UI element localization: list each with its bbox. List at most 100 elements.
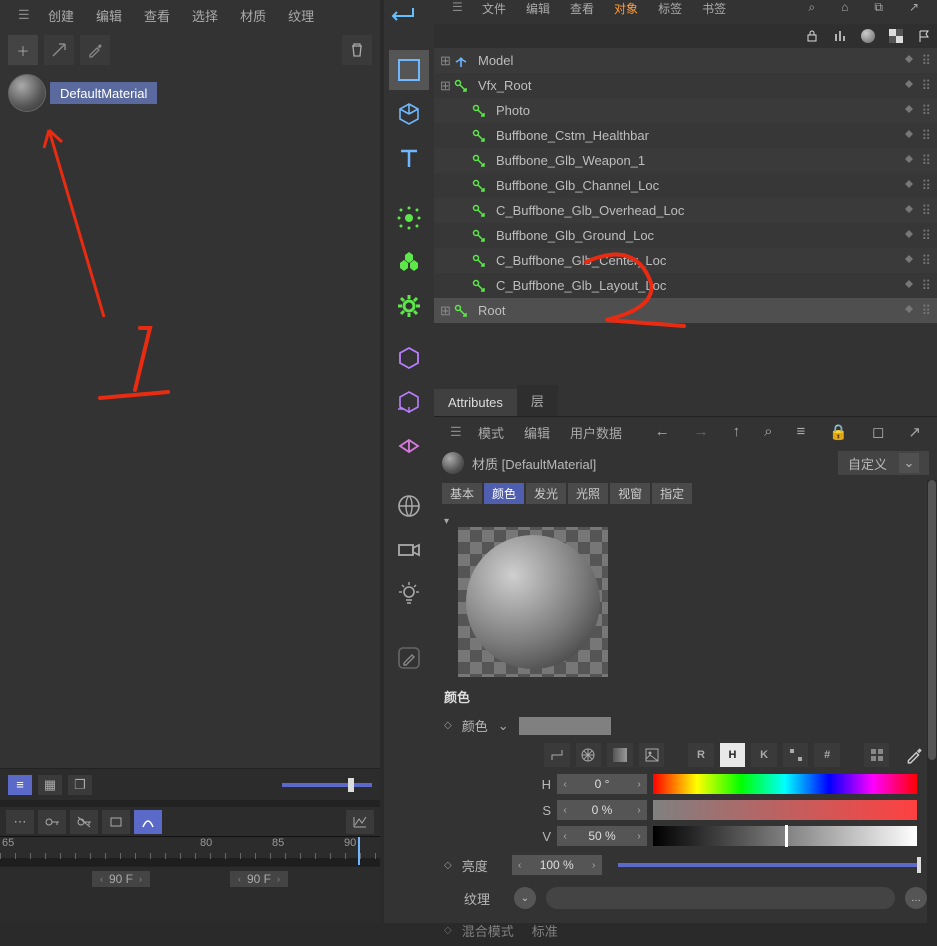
light-mode-icon[interactable] — [389, 574, 429, 614]
mode-r-button[interactable]: R — [688, 743, 714, 767]
menu-view[interactable]: 查看 — [562, 0, 602, 17]
eyedropper-icon[interactable] — [80, 35, 110, 65]
dots-icon[interactable]: ⠿ — [921, 153, 931, 169]
volume-mode-icon[interactable] — [389, 338, 429, 378]
menu-create[interactable]: 创建 — [38, 6, 84, 25]
return-icon[interactable] — [391, 6, 427, 26]
frame-input-1[interactable]: ‹90 F› — [92, 871, 150, 887]
object-row[interactable]: ⊞Model⠿ — [434, 48, 937, 73]
h-gradient[interactable] — [653, 774, 917, 794]
menu-select[interactable]: 选择 — [182, 6, 228, 25]
visibility-icon[interactable] — [903, 278, 915, 294]
subtab-illumination[interactable]: 光照 — [568, 483, 608, 504]
hamburger-icon[interactable]: ☰ — [8, 7, 28, 23]
attributes-scrollbar[interactable] — [927, 480, 937, 923]
material-thumbnail[interactable] — [8, 74, 46, 112]
menu-edit[interactable]: 编辑 — [518, 0, 558, 17]
spectrum-icon[interactable] — [607, 743, 633, 767]
field-mode-icon[interactable] — [389, 198, 429, 238]
expand-icon[interactable]: ⊞ — [440, 78, 454, 94]
visibility-icon[interactable] — [903, 153, 915, 169]
timeline-ruler[interactable]: 65 80 85 90 — [0, 836, 380, 858]
subtab-basic[interactable]: 基本 — [442, 483, 482, 504]
shader-dropdown[interactable]: 自定义 ⌄ — [838, 451, 929, 475]
tab-layers[interactable]: 层 — [517, 385, 558, 416]
cube-mode-icon[interactable] — [389, 94, 429, 134]
popout-icon[interactable]: ⧉ — [866, 0, 891, 15]
object-row[interactable]: Buffbone_Glb_Weapon_1⠿ — [434, 148, 937, 173]
object-row[interactable]: ⊞Vfx_Root⠿ — [434, 73, 937, 98]
visibility-icon[interactable] — [903, 103, 915, 119]
axis-cube-icon[interactable] — [389, 382, 429, 422]
hamburger-icon[interactable]: ☰ — [444, 0, 462, 14]
brightness-spinner[interactable]: ‹100 %› — [512, 855, 602, 875]
chevron-down-icon[interactable]: ⌄ — [899, 453, 919, 473]
search-icon[interactable]: ⌕ — [756, 423, 780, 441]
menu-edit[interactable]: 编辑 — [86, 6, 132, 25]
expand-icon[interactable]: ⊞ — [440, 53, 454, 69]
forward-icon[interactable]: → — [686, 423, 717, 441]
chevron-down-icon[interactable]: ⌄ — [498, 718, 509, 734]
trash-icon[interactable] — [342, 35, 372, 65]
object-tree[interactable]: ⊞Model⠿⊞Vfx_Root⠿Photo⠿Buffbone_Cstm_Hea… — [434, 48, 937, 323]
camera-mode-icon[interactable] — [389, 530, 429, 570]
dots-icon[interactable]: ⠿ — [921, 103, 931, 119]
keyframe-diamond-icon[interactable]: ◇ — [444, 925, 452, 936]
share-icon[interactable] — [44, 35, 74, 65]
graph-icon[interactable] — [346, 810, 374, 834]
dots-icon[interactable]: ⠿ — [921, 278, 931, 294]
menu-objects[interactable]: 对象 — [606, 0, 646, 17]
key-icon[interactable] — [38, 810, 66, 834]
swatch-grid-icon[interactable] — [783, 743, 809, 767]
list-view-icon[interactable]: ≡ — [8, 775, 32, 795]
layers-view-icon[interactable]: ❐ — [68, 775, 92, 795]
wheel-icon[interactable] — [576, 743, 602, 767]
menu-file[interactable]: 文件 — [474, 0, 514, 17]
new-window-icon[interactable]: ◻ — [864, 423, 892, 441]
object-row[interactable]: C_Buffbone_Glb_Center_Loc⠿ — [434, 248, 937, 273]
filter-icon[interactable]: ≡ — [789, 423, 814, 441]
align-icon[interactable] — [831, 27, 849, 45]
menu-texture[interactable]: 纹理 — [278, 6, 324, 25]
lock-icon[interactable] — [803, 27, 821, 45]
key-remove-icon[interactable] — [70, 810, 98, 834]
object-row[interactable]: Photo⠿ — [434, 98, 937, 123]
tab-attributes[interactable]: Attributes — [434, 389, 517, 416]
dots-icon[interactable]: ⠿ — [921, 78, 931, 94]
swatches-icon[interactable] — [864, 743, 890, 767]
visibility-icon[interactable] — [903, 78, 915, 94]
object-row[interactable]: C_Buffbone_Glb_Layout_Loc⠿ — [434, 273, 937, 298]
v-spinner[interactable]: ‹50 %› — [557, 826, 647, 846]
object-row[interactable]: Buffbone_Cstm_Healthbar⠿ — [434, 123, 937, 148]
dots-icon[interactable]: ⠿ — [921, 53, 931, 69]
object-row[interactable]: C_Buffbone_Glb_Overhead_Loc⠿ — [434, 198, 937, 223]
home-icon[interactable]: ⌂ — [833, 0, 856, 15]
hamburger-icon[interactable]: ☰ — [442, 424, 460, 440]
color-swatch[interactable] — [519, 717, 611, 735]
image-icon[interactable] — [639, 743, 665, 767]
s-gradient[interactable] — [653, 800, 917, 820]
visibility-icon[interactable] — [903, 303, 915, 319]
menu-edit[interactable]: 编辑 — [516, 423, 558, 442]
playhead[interactable] — [358, 837, 360, 865]
texture-path-field[interactable] — [546, 887, 895, 909]
texture-browse-button[interactable]: … — [905, 887, 927, 909]
subtab-assign[interactable]: 指定 — [652, 483, 692, 504]
visibility-icon[interactable] — [903, 178, 915, 194]
globe-mode-icon[interactable] — [389, 486, 429, 526]
visibility-icon[interactable] — [903, 53, 915, 69]
menu-material[interactable]: 材质 — [230, 6, 276, 25]
text-mode-icon[interactable] — [389, 138, 429, 178]
brightness-slider[interactable] — [618, 863, 921, 867]
dots-icon[interactable]: ⠿ — [921, 128, 931, 144]
material-item[interactable]: DefaultMaterial — [0, 70, 380, 116]
dots-icon[interactable]: ⠿ — [921, 203, 931, 219]
checker-icon[interactable] — [887, 27, 905, 45]
pencil-mode-icon[interactable] — [389, 638, 429, 678]
material-name-label[interactable]: DefaultMaterial — [50, 82, 157, 104]
dots-icon[interactable]: ⋯ — [6, 810, 34, 834]
nexus-mode-icon[interactable] — [389, 426, 429, 466]
flag-icon[interactable] — [915, 27, 933, 45]
subtab-viewport[interactable]: 视窗 — [610, 483, 650, 504]
curve-icon[interactable] — [134, 810, 162, 834]
